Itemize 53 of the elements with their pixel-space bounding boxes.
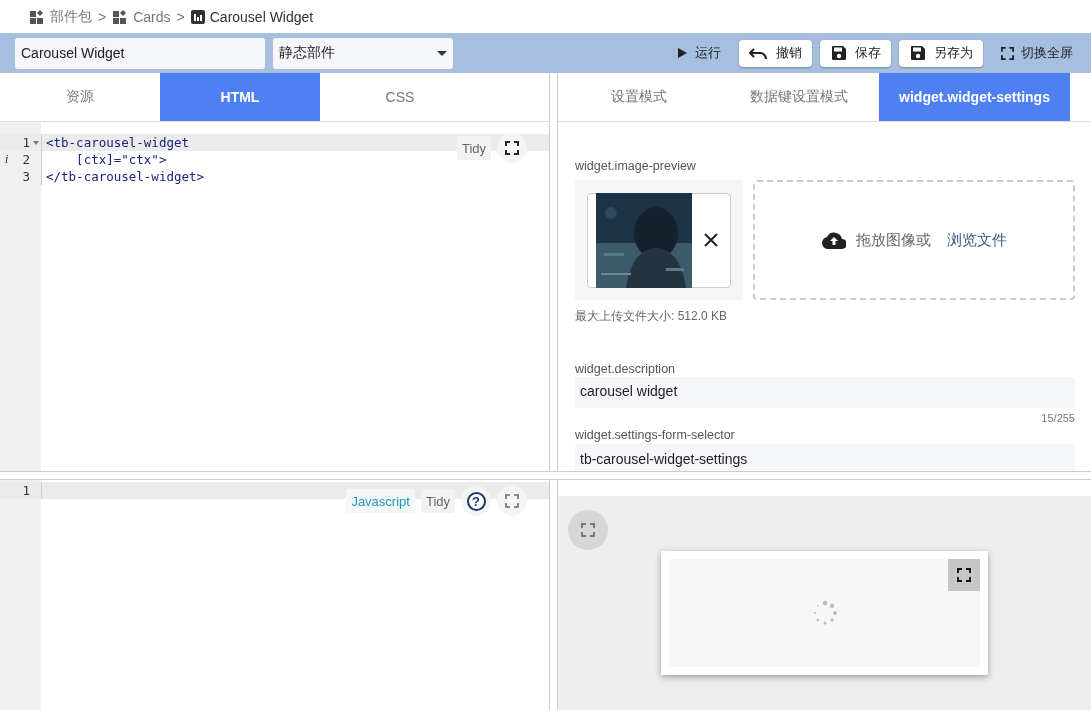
fullscreen-icon bbox=[957, 568, 971, 582]
widget-name-field[interactable]: Carousel Widget bbox=[15, 37, 265, 69]
fullscreen-icon bbox=[1001, 46, 1014, 60]
widget-type-select[interactable]: 静态部件 bbox=[273, 37, 453, 69]
tab[interactable]: HTML bbox=[160, 73, 320, 121]
cloud-upload-icon bbox=[821, 231, 846, 249]
dropdown-arrow-icon bbox=[437, 50, 447, 56]
widgets-icon bbox=[112, 8, 129, 25]
max-size-hint: 最大上传文件大小: 512.0 KB bbox=[575, 308, 729, 325]
code-line: <tb-carousel-widget bbox=[46, 135, 189, 150]
fullscreen-button[interactable]: 切换全屏 bbox=[991, 39, 1083, 67]
fullscreen-icon bbox=[505, 141, 519, 155]
chart-icon bbox=[190, 9, 205, 24]
undo-icon bbox=[749, 46, 769, 60]
run-button[interactable]: 运行 bbox=[666, 39, 731, 67]
field-label: widget.settings-form-selector bbox=[575, 428, 736, 442]
fullscreen-button[interactable] bbox=[948, 559, 980, 591]
breadcrumb-item[interactable]: 部件包 bbox=[50, 7, 92, 26]
line-number: 1 bbox=[22, 482, 30, 499]
fullscreen-icon bbox=[581, 523, 595, 537]
field-label: widget.description bbox=[575, 362, 677, 376]
fullscreen-icon bbox=[505, 494, 519, 508]
save-as-button[interactable]: 另存为 bbox=[899, 39, 983, 67]
breadcrumb-item: Carousel Widget bbox=[209, 8, 314, 25]
character-counter: 15/255 bbox=[1041, 412, 1075, 424]
breadcrumb-separator: > bbox=[176, 8, 185, 25]
fold-arrow-icon[interactable] bbox=[33, 140, 39, 145]
code-line: [ctx]="ctx"> bbox=[75, 152, 167, 167]
tab[interactable]: widget.widget-settings bbox=[879, 73, 1070, 121]
info-marker: i bbox=[5, 152, 9, 168]
help-button[interactable]: ? bbox=[461, 486, 491, 516]
line-number: 2 bbox=[22, 151, 30, 168]
fullscreen-button[interactable] bbox=[497, 133, 527, 163]
file-drop-zone[interactable]: 拖放图像或 浏览文件 bbox=[753, 180, 1075, 300]
drop-hint: 拖放图像或 bbox=[855, 230, 931, 250]
line-number: 1 bbox=[22, 134, 30, 151]
close-icon[interactable] bbox=[704, 233, 718, 247]
save-icon bbox=[830, 44, 848, 62]
settings-form-selector-field[interactable]: tb-carousel-widget-settings bbox=[575, 444, 1075, 471]
line-number: 3 bbox=[22, 168, 30, 185]
description-field[interactable]: carousel widget bbox=[575, 377, 1075, 408]
undo-button[interactable]: 撤销 bbox=[739, 39, 812, 67]
breadcrumb-item[interactable]: Cards bbox=[133, 8, 171, 25]
browse-files-link[interactable]: 浏览文件 bbox=[946, 230, 1007, 250]
save-icon bbox=[909, 44, 927, 62]
tidy-button[interactable]: Tidy bbox=[420, 489, 455, 513]
field-label: widget.image-preview bbox=[575, 159, 697, 173]
widgets-icon bbox=[29, 8, 45, 25]
play-icon bbox=[676, 47, 688, 59]
breadcrumb-separator: > bbox=[98, 8, 107, 25]
save-button[interactable]: 保存 bbox=[820, 39, 891, 67]
tidy-button[interactable]: Tidy bbox=[456, 136, 491, 160]
code-line: </tb-carousel-widget> bbox=[46, 169, 205, 184]
